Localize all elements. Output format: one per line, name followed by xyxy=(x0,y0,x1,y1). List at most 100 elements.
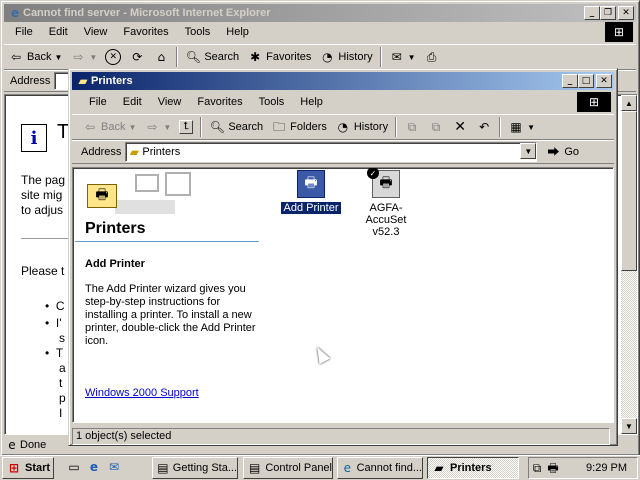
printers-close-button[interactable]: ✕ xyxy=(596,74,612,88)
print-icon: ⎙ xyxy=(426,50,437,64)
ie-refresh-button[interactable]: ⟳ xyxy=(125,49,149,65)
ie-scroll-thumb[interactable] xyxy=(621,111,637,271)
printers-up-button[interactable]: ⮤ xyxy=(175,120,197,134)
agfa-printer-item[interactable]: 🖶 ✓ AGFA-AccuSet v52.3 xyxy=(343,168,429,238)
folders-icon: 🗀 xyxy=(273,120,286,134)
ie-close-button[interactable]: ✕ xyxy=(618,6,634,20)
printers-task-icon: ▰ xyxy=(434,461,444,475)
task-printers[interactable]: ▰ Printers xyxy=(427,457,519,479)
ie-stop-button[interactable]: ✕ xyxy=(101,49,125,65)
windows-2000-support-link[interactable]: Windows 2000 Support xyxy=(85,387,199,399)
ie-title: Cannot find server - Microsoft Internet … xyxy=(23,7,271,19)
back-arrow-icon: ⇦ xyxy=(84,120,96,134)
show-desktop-icon[interactable]: ▭ xyxy=(66,459,82,475)
ie-menu-view[interactable]: View xyxy=(76,26,116,38)
printers-menu-tools[interactable]: Tools xyxy=(251,96,293,108)
ie-history-button[interactable]: ◔ History xyxy=(315,49,376,65)
printer-tray-icon[interactable]: 🖶 xyxy=(545,460,561,476)
ie-scroll-down[interactable]: ▼ xyxy=(621,418,637,434)
printers-undo-button[interactable]: ↶ xyxy=(472,119,496,135)
ie-menubar: File Edit View Favorites Tools Help xyxy=(7,23,627,41)
printers-delete-button[interactable]: ✕ xyxy=(448,119,472,135)
page-para: The pag site mig to adjus xyxy=(21,173,66,217)
printers-search-button[interactable]: 🔍︎ Search xyxy=(205,119,267,135)
printers-history-button[interactable]: ◔ History xyxy=(331,119,392,135)
printers-toolbar: ⇦ Back ▼ ⇨ ▼ ⮤ 🔍︎ Search 🗀 Folders ◔ History ⧉… xyxy=(72,114,614,140)
ie-scroll-up[interactable]: ▲ xyxy=(621,95,637,111)
printers-minimize-button[interactable]: _ xyxy=(562,74,578,88)
ie-menu-favorites[interactable]: Favorites xyxy=(115,26,176,38)
printers-panel-description: The Add Printer wizard gives you step-by… xyxy=(85,283,256,347)
printers-menu-file[interactable]: File xyxy=(81,96,115,108)
printers-maximize-button[interactable]: □ xyxy=(578,74,594,88)
printers-menu-help[interactable]: Help xyxy=(292,96,331,108)
printers-panel-selected-heading: Add Printer xyxy=(85,258,145,270)
printers-folder-icon: ▰ xyxy=(78,74,88,88)
ie-mail-button[interactable]: ✉ ▼ xyxy=(385,49,420,65)
printers-folders-button[interactable]: 🗀 Folders xyxy=(267,119,331,135)
favorites-icon: ✱ xyxy=(250,50,261,64)
getting-started-icon: ▤ xyxy=(157,461,169,475)
windows-flag-icon: ⊞ xyxy=(8,461,20,475)
ie-menu-help[interactable]: Help xyxy=(218,26,257,38)
task-control-panel[interactable]: ▤ Control Panel xyxy=(243,457,333,479)
printers-go-button[interactable]: ⮕ Go xyxy=(541,144,583,160)
printers-panel-folder-icon: 🖶 xyxy=(87,184,117,208)
ie-search-button[interactable]: 🔍︎ Search xyxy=(181,49,243,65)
network-tray-icon[interactable]: ⧉ xyxy=(529,460,545,476)
printers-content: 🖶 Printers Add Printer The Add Printer w… xyxy=(72,167,614,423)
clock: 9:29 PM xyxy=(586,462,627,474)
go-arrow-icon: ⮕ xyxy=(547,145,560,159)
ie-titlebar[interactable]: e Cannot find server - Microsoft Interne… xyxy=(4,4,636,22)
info-icon: i xyxy=(21,124,47,152)
undo-icon: ↶ xyxy=(479,120,490,134)
ie-status-text: Done xyxy=(20,439,47,451)
task-getting-started[interactable]: ▤ Getting Sta... xyxy=(152,457,238,479)
page-bullets: • C • I' s • T a t p I xyxy=(45,299,66,420)
printers-forward-button[interactable]: ⇨ ▼ xyxy=(140,119,175,135)
printers-windows-logo: ⊞ xyxy=(577,92,611,112)
printers-menu-favorites[interactable]: Favorites xyxy=(189,96,250,108)
printers-copy-button[interactable]: ⧉ xyxy=(424,119,448,135)
ie-minimize-button[interactable]: _ xyxy=(584,6,600,20)
ie-print-button[interactable]: ⎙ xyxy=(420,49,444,65)
printers-title: Printers xyxy=(91,75,133,87)
start-button[interactable]: ⊞ Start xyxy=(2,457,54,479)
search-icon: 🔍︎ xyxy=(185,50,201,64)
ie-maximize-button[interactable]: ❐ xyxy=(600,6,616,20)
history-icon: ◔ xyxy=(322,50,333,64)
ie-favorites-button[interactable]: ✱ Favorites xyxy=(243,49,315,65)
ie-back-button[interactable]: ⇦ Back ▼ xyxy=(4,49,66,65)
refresh-icon: ⟳ xyxy=(132,50,143,64)
add-printer-item[interactable]: 🖶 Add Printer xyxy=(281,170,341,214)
printers-address-field[interactable]: ▰ Printers ▼ xyxy=(125,142,538,162)
forward-arrow-icon: ⇨ xyxy=(147,120,158,134)
ie-menu-tools[interactable]: Tools xyxy=(177,26,219,38)
ie-icon: e xyxy=(10,6,20,20)
printers-statusbar: 1 object(s) selected xyxy=(72,427,614,445)
stop-icon: ✕ xyxy=(105,49,122,65)
ie-page-icon: e xyxy=(8,438,16,452)
ie-scrollbar[interactable]: ▲ ▼ xyxy=(621,95,637,434)
printers-views-button[interactable]: ▦ ▼ xyxy=(504,119,539,135)
printers-menu-view[interactable]: View xyxy=(150,96,190,108)
printers-titlebar[interactable]: ▰ Printers _ □ ✕ xyxy=(72,72,614,90)
internet-explorer-icon[interactable]: e xyxy=(86,459,102,475)
printers-back-button[interactable]: ⇦ Back ▼ xyxy=(72,119,140,135)
history-icon: ◔ xyxy=(337,120,349,134)
outlook-express-icon[interactable]: ✉ xyxy=(106,459,122,475)
ie-menu-edit[interactable]: Edit xyxy=(41,26,76,38)
add-printer-label: Add Printer xyxy=(281,202,341,214)
ie-home-button[interactable]: ⌂ xyxy=(149,49,173,65)
task-cannot-find[interactable]: e Cannot find... xyxy=(337,457,423,479)
ie-forward-button[interactable]: ⇨ ▼ xyxy=(66,49,101,65)
move-to-icon: ⧉ xyxy=(407,120,417,134)
add-printer-icon: 🖶 xyxy=(297,170,325,198)
ie-address-label: Address xyxy=(10,75,51,87)
printer-icon: 🖶 ✓ xyxy=(367,168,400,198)
up-folder-icon: ⮤ xyxy=(179,120,194,134)
printers-menu-edit[interactable]: Edit xyxy=(115,96,150,108)
ie-menu-file[interactable]: File xyxy=(7,26,41,38)
address-dropdown-button[interactable]: ▼ xyxy=(520,143,537,159)
printers-move-button[interactable]: ⧉ xyxy=(400,119,424,135)
